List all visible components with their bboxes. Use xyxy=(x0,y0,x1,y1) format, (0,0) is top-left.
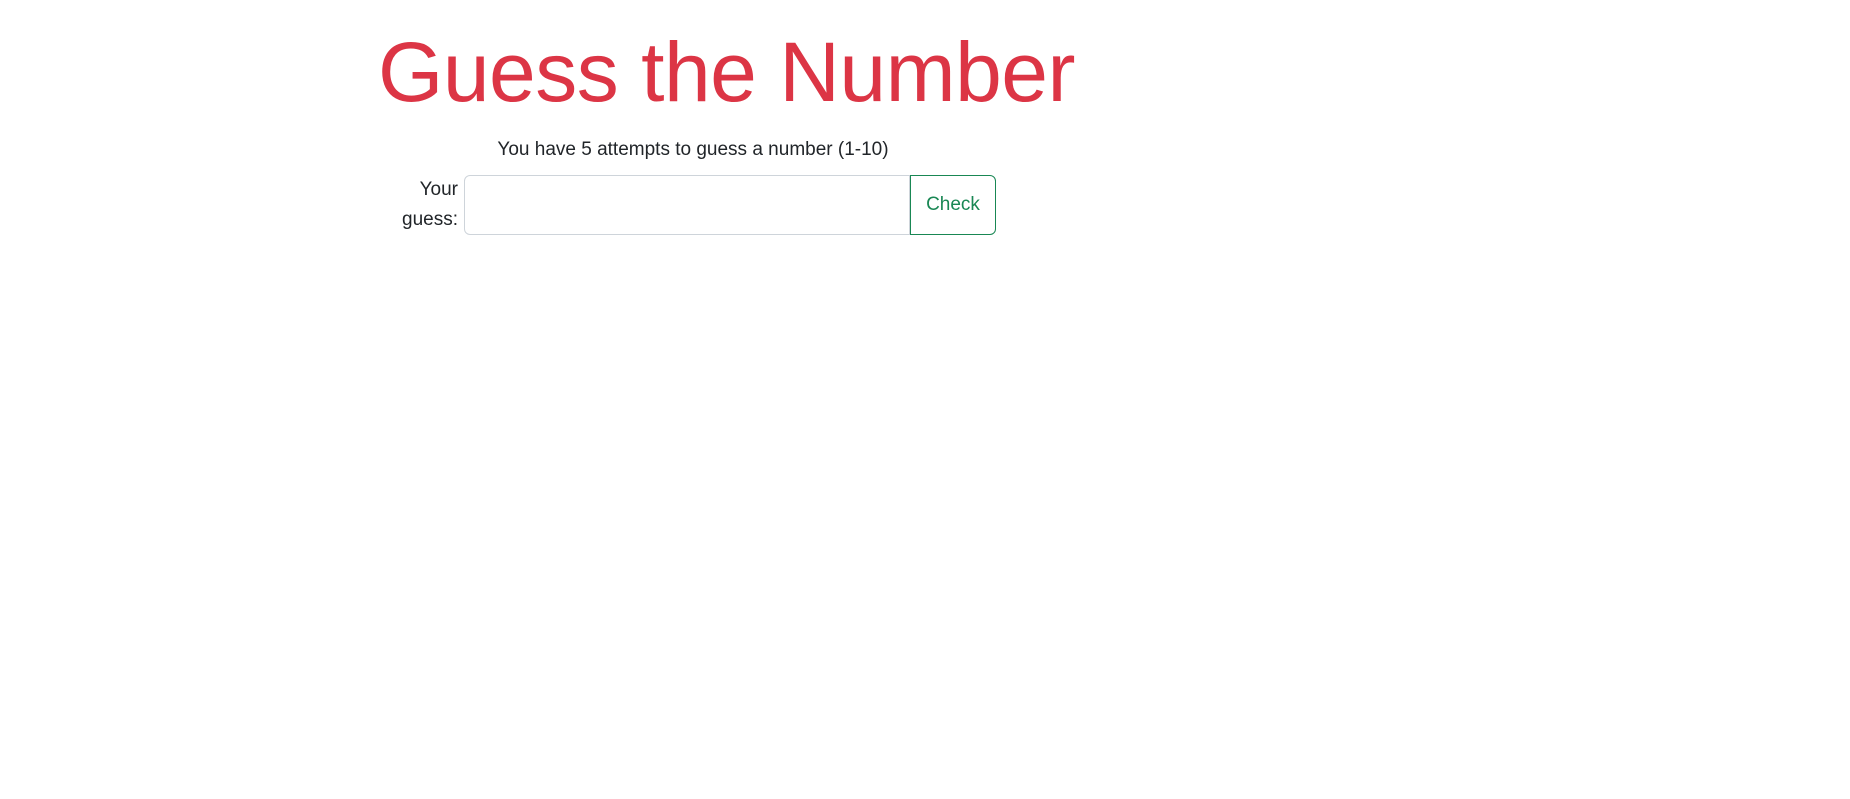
check-button[interactable]: Check xyxy=(910,175,996,235)
instructions-text: You have 5 attempts to guess a number (1… xyxy=(497,139,889,160)
page-title: Guess the Number xyxy=(378,25,1075,119)
game-panel: Guess the Number You have 5 attempts to … xyxy=(378,20,1075,235)
guess-label-line1: Your xyxy=(419,179,458,200)
guess-label: Your guess: xyxy=(378,175,458,235)
guess-input[interactable] xyxy=(464,175,910,235)
guess-label-line2: guess: xyxy=(402,209,458,230)
guess-form: Your guess: Check xyxy=(378,175,1008,237)
page: Guess the Number You have 5 attempts to … xyxy=(0,0,1850,799)
